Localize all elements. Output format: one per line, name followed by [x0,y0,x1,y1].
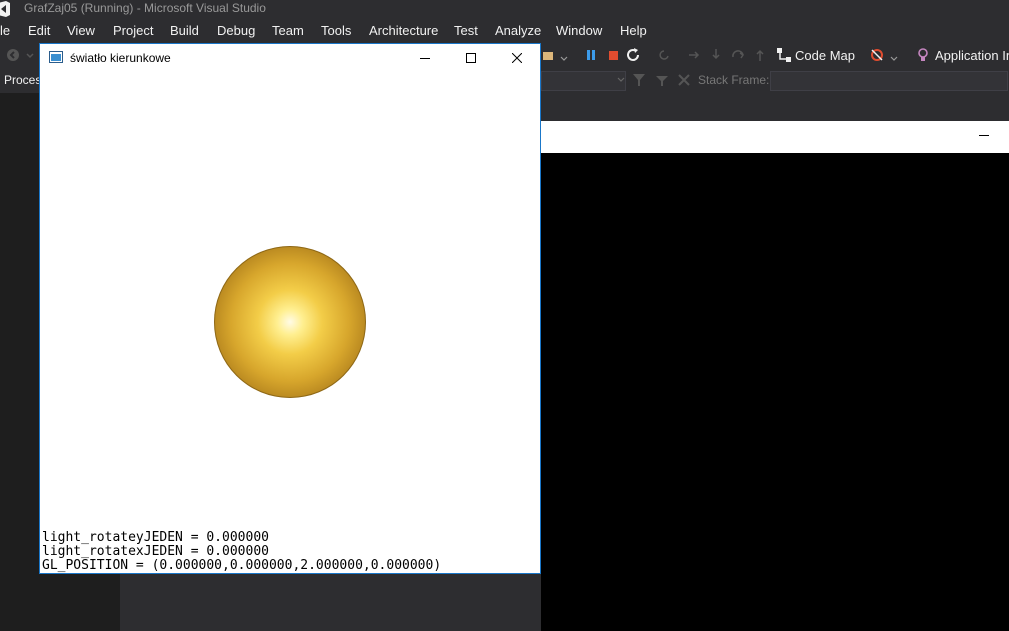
console-titlebar[interactable] [541,121,1009,153]
filter-special-icon[interactable] [655,73,669,87]
breakpoint-icon[interactable] [869,47,885,63]
console-window[interactable] [541,121,1009,631]
code-map-icon[interactable] [776,47,792,63]
menu-view[interactable]: View [67,23,95,38]
pause-icon[interactable] [583,47,599,63]
show-next-statement-icon[interactable] [686,47,702,63]
stack-frame-label: Stack Frame: [698,73,770,87]
folder-icon[interactable] [541,47,557,63]
gl-window-titlebar[interactable]: światło kierunkowe [40,44,540,73]
minimize-icon[interactable] [979,135,989,136]
lit-sphere [214,246,366,398]
close-icon [512,53,522,63]
menu-window[interactable]: Window [556,23,602,38]
menu-test[interactable]: Test [454,23,478,38]
menu-project[interactable]: Project [113,23,153,38]
process-label: Proces [4,73,42,87]
minimize-icon [420,58,430,59]
chevron-down-icon[interactable] [887,47,903,63]
menu-bar: le Edit View Project Build Debug Team To… [0,20,1009,42]
gl-window-title: światło kierunkowe [70,51,171,65]
minimize-button[interactable] [402,44,448,73]
toggle-external-code-icon[interactable] [677,73,691,87]
step-out-icon[interactable] [752,47,768,63]
menu-file[interactable]: le [0,23,10,38]
close-button[interactable] [494,44,540,73]
filter-icon[interactable] [632,73,646,87]
code-map-button[interactable]: Code Map [795,48,855,63]
lightbulb-icon[interactable] [915,47,931,63]
app-icon [49,51,63,63]
gl-text-line: GL_POSITION = (0.000000,0.000000,2.00000… [42,558,442,573]
vs-titlebar: GrafZaj05 (Running) - Microsoft Visual S… [0,0,1009,20]
stack-frame-combo[interactable] [770,71,1008,91]
step-over-icon[interactable] [730,47,746,63]
menu-analyze[interactable]: Analyze [495,23,541,38]
restart-icon[interactable] [626,47,642,63]
refresh-icon[interactable] [656,47,672,63]
maximize-button[interactable] [448,44,494,73]
window-title: GrafZaj05 (Running) - Microsoft Visual S… [24,1,266,15]
application-insights-button[interactable]: Application In [935,48,1009,63]
gl-text-line: light_rotateyJEDEN = 0.000000 [42,530,269,545]
menu-help[interactable]: Help [620,23,647,38]
thread-combo[interactable] [541,71,626,91]
gl-text-line: light_rotatexJEDEN = 0.000000 [42,544,269,559]
menu-build[interactable]: Build [170,23,199,38]
document-tab-well [541,111,1009,121]
gl-canvas[interactable]: light_rotateyJEDEN = 0.000000 light_rota… [40,73,540,573]
gl-window[interactable]: światło kierunkowe light_rotateyJEDEN = … [39,43,541,574]
menu-architecture[interactable]: Architecture [369,23,438,38]
menu-tools[interactable]: Tools [321,23,351,38]
chevron-down-icon[interactable] [617,76,625,84]
menu-debug[interactable]: Debug [217,23,255,38]
visual-studio-logo-icon [0,1,10,17]
navigate-back-icon[interactable] [5,47,21,63]
chevron-down-icon[interactable] [22,47,38,63]
menu-edit[interactable]: Edit [28,23,50,38]
chevron-down-icon[interactable] [557,47,573,63]
stop-icon[interactable] [605,47,621,63]
menu-team[interactable]: Team [272,23,304,38]
step-into-icon[interactable] [708,47,724,63]
maximize-icon [466,53,476,63]
